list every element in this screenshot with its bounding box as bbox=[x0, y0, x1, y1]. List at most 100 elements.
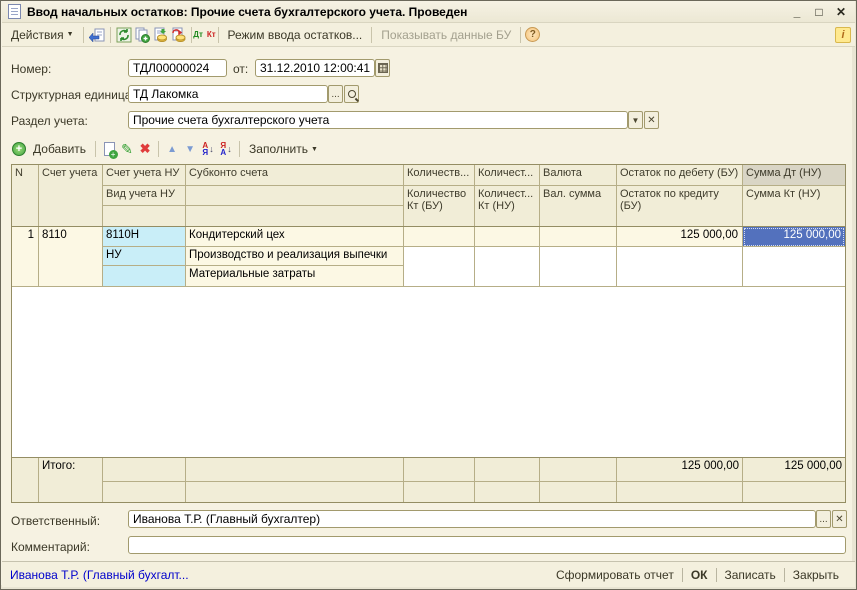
balances-table: N Счет учета Счет учета НУ Вид учета НУ … bbox=[11, 164, 846, 503]
cell-empty[interactable] bbox=[743, 247, 845, 286]
maximize-button[interactable]: □ bbox=[811, 4, 827, 20]
total-empty bbox=[103, 458, 185, 482]
table-row[interactable]: 1 8110 8110Н НУ Кондитерский цех Произво… bbox=[12, 227, 845, 287]
number-input[interactable] bbox=[128, 59, 227, 77]
date-input[interactable] bbox=[255, 59, 375, 77]
col-header-subconto[interactable]: Субконто счета bbox=[186, 165, 403, 186]
cell-sum-dt-nu-selected[interactable]: 125 000,00 bbox=[743, 227, 845, 247]
move-up-button[interactable]: ▲ bbox=[163, 140, 181, 158]
table-header: N Счет учета Счет учета НУ Вид учета НУ … bbox=[12, 165, 845, 227]
table-empty-area[interactable] bbox=[12, 287, 845, 458]
enter-amounts-icon[interactable] bbox=[151, 26, 169, 44]
total-sum-dt-nu: 125 000,00 bbox=[743, 458, 845, 482]
edit-row-button[interactable]: ✎ bbox=[118, 140, 136, 158]
col-header-qty-kt-bu[interactable]: Количество Кт (БУ) bbox=[404, 186, 474, 226]
total-empty bbox=[617, 482, 742, 502]
cell-subconto-2[interactable]: Производство и реализация выпечки bbox=[186, 247, 403, 267]
unit-label: Структурная единица: bbox=[11, 88, 135, 102]
sort-descending-button[interactable]: ЯА ↓ bbox=[217, 140, 235, 158]
total-empty bbox=[186, 458, 403, 482]
table-total-row: Итого: 125 000,00 125 000,00 bbox=[12, 458, 845, 502]
number-label: Номер: bbox=[11, 62, 51, 76]
section-label: Раздел учета: bbox=[11, 114, 88, 128]
show-bu-data-button[interactable]: Показывать данные БУ bbox=[376, 26, 516, 44]
col-header-kind-nu[interactable]: Вид учета НУ bbox=[103, 186, 185, 206]
col-header-qty-dt-bu[interactable]: Количеств... bbox=[404, 165, 474, 186]
calendar-button[interactable] bbox=[375, 59, 390, 77]
col-header-account-nu[interactable]: Счет учета НУ bbox=[103, 165, 185, 186]
cell-account[interactable]: 8110 bbox=[39, 227, 102, 247]
cell-empty[interactable] bbox=[540, 247, 616, 286]
col-header-n[interactable]: N bbox=[12, 165, 38, 226]
total-label: Итого: bbox=[39, 458, 102, 502]
col-header-qty-dt-nu[interactable]: Количест... bbox=[475, 165, 539, 186]
col-header-qty-kt-nu[interactable]: Количест... Кт (НУ) bbox=[475, 186, 539, 226]
move-down-icon: ▼ bbox=[185, 144, 195, 155]
responsible-input[interactable] bbox=[128, 510, 816, 528]
col-header-currency-amount[interactable]: Вал. сумма bbox=[540, 186, 616, 226]
chevron-down-icon: ▼ bbox=[67, 31, 74, 38]
status-responsible-link[interactable]: Иванова Т.Р. (Главный бухгалт... bbox=[10, 568, 189, 582]
document-icon bbox=[8, 4, 21, 19]
magnifier-icon bbox=[348, 90, 356, 98]
close-button[interactable]: ✕ bbox=[833, 4, 849, 20]
cell-qty-dt-nu[interactable] bbox=[475, 227, 539, 247]
fill-menu-button[interactable]: Заполнить ▼ bbox=[244, 140, 323, 158]
cell-empty[interactable] bbox=[103, 266, 185, 286]
sort-ascending-button[interactable]: АЯ ↓ bbox=[199, 140, 217, 158]
move-down-button[interactable]: ▼ bbox=[181, 140, 199, 158]
col-header-credit-bu[interactable]: Остаток по кредиту (БУ) bbox=[617, 186, 742, 226]
add-row-button[interactable]: + Добавить bbox=[7, 140, 91, 158]
cell-row-number[interactable]: 1 bbox=[12, 227, 38, 247]
delete-row-button[interactable]: ✖ bbox=[136, 140, 154, 158]
col-header-sum-kt-nu[interactable]: Сумма Кт (НУ) bbox=[743, 186, 845, 226]
cell-account-nu[interactable]: 8110Н bbox=[103, 227, 185, 247]
total-empty bbox=[743, 482, 845, 502]
table-toolbar: + Добавить + ✎ ✖ ▲ ▼ АЯ ↓ ЯА ↓ bbox=[7, 137, 846, 161]
col-header-currency[interactable]: Валюта bbox=[540, 165, 616, 186]
help-icon[interactable]: ? bbox=[525, 27, 540, 42]
post-and-close-icon[interactable] bbox=[88, 26, 106, 44]
unit-select-button[interactable]: ... bbox=[328, 85, 343, 103]
cell-qty-dt-bu[interactable] bbox=[404, 227, 474, 247]
cell-subconto-3[interactable]: Материальные затраты bbox=[186, 266, 403, 286]
cell-kind-nu[interactable]: НУ bbox=[103, 247, 185, 267]
account-section-input[interactable] bbox=[128, 111, 628, 129]
copy-row-icon: + bbox=[104, 142, 115, 156]
dt-kt-posting-icon[interactable]: Дт Кт bbox=[196, 26, 214, 44]
save-button[interactable]: Записать bbox=[717, 568, 784, 582]
status-bar: Иванова Т.Р. (Главный бухгалт... Сформир… bbox=[2, 561, 855, 587]
comment-input[interactable] bbox=[128, 536, 846, 554]
generate-report-button[interactable]: Сформировать отчет bbox=[548, 568, 682, 582]
ok-button[interactable]: ОК bbox=[683, 568, 716, 582]
cell-currency[interactable] bbox=[540, 227, 616, 247]
info-icon[interactable]: i bbox=[835, 27, 851, 43]
responsible-clear-button[interactable]: ✕ bbox=[832, 510, 847, 528]
toolbar-separator bbox=[83, 27, 84, 43]
structural-unit-input[interactable] bbox=[128, 85, 328, 103]
refresh-icon[interactable] bbox=[115, 26, 133, 44]
col-header-sum-dt-nu[interactable]: Сумма Дт (НУ) bbox=[743, 165, 845, 186]
cell-empty[interactable] bbox=[617, 247, 742, 286]
col-header-debit-bu[interactable]: Остаток по дебету (БУ) bbox=[617, 165, 742, 186]
main-toolbar: Действия ▼ Дт Кт Режим ввода остатков... bbox=[2, 23, 855, 47]
total-empty bbox=[540, 482, 616, 502]
copy-row-button[interactable]: + bbox=[100, 140, 118, 158]
cell-subconto-1[interactable]: Кондитерский цех bbox=[186, 227, 403, 247]
balance-entry-mode-button[interactable]: Режим ввода остатков... bbox=[223, 26, 368, 44]
toolbar-separator bbox=[239, 141, 240, 157]
unit-search-button[interactable] bbox=[344, 85, 359, 103]
responsible-select-button[interactable]: ... bbox=[816, 510, 831, 528]
minimize-button[interactable]: _ bbox=[789, 4, 805, 20]
col-header-account[interactable]: Счет учета bbox=[39, 165, 102, 226]
window-title: Ввод начальных остатков: Прочие счета бу… bbox=[27, 5, 467, 19]
cell-empty[interactable] bbox=[475, 247, 539, 286]
close-form-button[interactable]: Закрыть bbox=[785, 568, 847, 582]
reverse-amounts-icon[interactable] bbox=[169, 26, 187, 44]
cell-empty[interactable] bbox=[404, 247, 474, 286]
cell-debit-bu[interactable]: 125 000,00 bbox=[617, 227, 742, 247]
section-dropdown-button[interactable]: ▼ bbox=[628, 111, 643, 129]
actions-menu-button[interactable]: Действия ▼ bbox=[6, 26, 79, 44]
copy-document-icon[interactable] bbox=[133, 26, 151, 44]
section-clear-button[interactable]: ✕ bbox=[644, 111, 659, 129]
